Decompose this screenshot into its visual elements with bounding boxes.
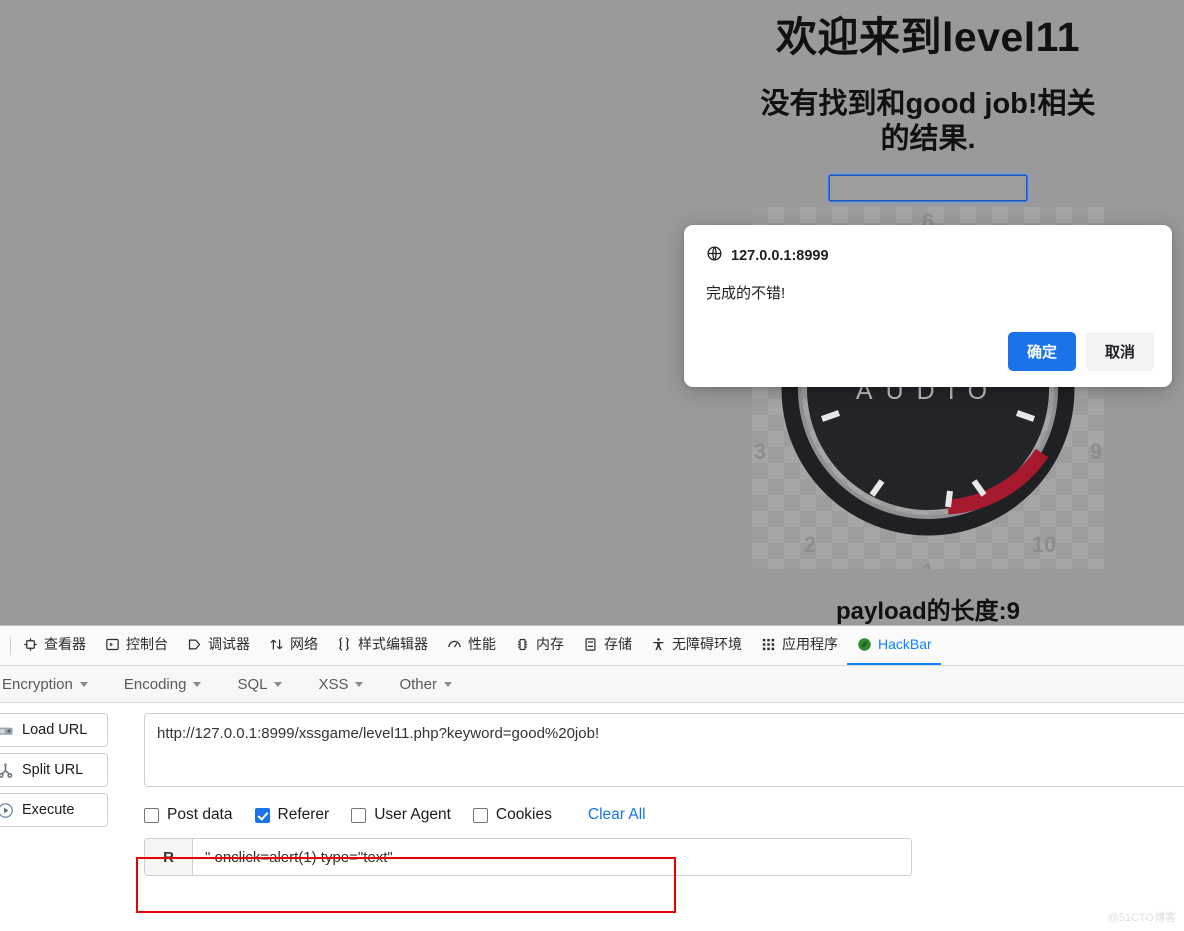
button-label: Load URL [22,722,88,738]
dialog-actions: 确定 取消 [1007,332,1154,371]
menu-encoding[interactable]: Encoding [106,676,220,693]
button-label: Split URL [22,762,84,778]
menu-label: Encoding [123,675,187,693]
watermark: @51CTO博客 [1107,912,1176,924]
accessibility-icon [650,636,666,652]
tab-label: 性能 [468,636,496,652]
page-subtitle: 没有找到和good job!相关的结果. [760,88,1096,155]
url-input[interactable] [144,713,1184,787]
referer-row: R [144,838,912,876]
storage-icon [582,636,598,652]
menu-other[interactable]: Other [381,676,470,693]
split-url-button[interactable]: Split URL [0,753,108,787]
tab-label: 调试器 [208,636,250,652]
svg-text:3: 3 [754,439,766,464]
style-editor-icon [336,636,352,652]
tab-storage[interactable]: 存储 [573,626,641,665]
menu-sql[interactable]: SQL [219,676,300,693]
hackbar-options-row: Post data Referer User Agent Cookies Cle… [144,806,1184,824]
tab-label: 无障碍环境 [672,636,742,652]
tab-hackbar[interactable]: HackBar [847,626,941,665]
keyword-search-input[interactable] [826,171,1030,204]
menu-label: Encryption [2,675,73,693]
tab-label: 应用程序 [782,636,838,652]
execute-button[interactable]: Execute [0,793,108,827]
chevron-down-icon [443,681,452,687]
referer-prefix-label: R [145,839,193,875]
checkbox-box [254,807,270,823]
checkbox-label: Cookies [495,806,552,823]
checkbox-box [351,807,367,823]
svg-text:10: 10 [1032,532,1056,557]
checkbox-label: Referer [277,806,330,823]
tab-label: HackBar [878,636,932,652]
button-label: Execute [22,802,75,818]
clear-all-link[interactable]: Clear All [588,806,646,824]
cookies-checkbox[interactable]: Cookies [472,806,552,824]
referer-checkbox[interactable]: Referer [254,806,330,824]
hackbar-icon [856,636,872,652]
menu-xss[interactable]: XSS [300,676,381,693]
hackbar-action-buttons: Load URL Split URL Execute [0,713,108,827]
svg-text:9: 9 [1090,439,1102,464]
payload-length-text: payload的长度:9 [835,597,1021,625]
chevron-down-icon [355,681,364,687]
tab-label: 网络 [290,636,318,652]
globe-icon [706,245,723,266]
tab-application[interactable]: 应用程序 [751,626,847,665]
network-icon [268,636,284,652]
devtools-tabbar: 查看器 控制台 调试器 网络 样式编辑器 性能 内存 存储 无障碍环境 应用程序… [0,626,1184,666]
checkbox-label: Post data [167,806,233,823]
post-data-checkbox[interactable]: Post data [144,806,233,824]
hackbar-menubar: Encryption Encoding SQL XSS Other [0,666,1184,703]
tab-console[interactable]: 控制台 [95,626,177,665]
svg-text:1: 1 [922,559,934,569]
tab-memory[interactable]: 内存 [505,626,573,665]
dialog-cancel-button[interactable]: 取消 [1085,332,1154,371]
page-title: 欢迎来到level11 [775,14,1081,60]
tab-label: 内存 [536,636,564,652]
tab-label: 控制台 [126,636,168,652]
hackbar-form: Post data Referer User Agent Cookies Cle… [144,713,1184,876]
inspector-icon [22,636,38,652]
tab-accessibility[interactable]: 无障碍环境 [641,626,751,665]
menu-label: Other [399,675,437,693]
tab-network[interactable]: 网络 [259,626,327,665]
checkbox-box [472,807,488,823]
tab-divider [10,636,11,655]
chevron-down-icon [274,681,283,687]
memory-icon [514,636,530,652]
load-url-icon [0,722,14,739]
debugger-icon [186,636,202,652]
dialog-message: 完成的不错! [706,285,786,302]
tab-inspector[interactable]: 查看器 [13,626,95,665]
tab-style-editor[interactable]: 样式编辑器 [327,626,437,665]
referer-input[interactable] [193,839,911,875]
tab-performance[interactable]: 性能 [437,626,505,665]
console-icon [104,636,120,652]
performance-icon [446,636,462,652]
svg-text:2: 2 [804,532,816,557]
checkbox-label: User Agent [374,806,451,823]
tab-label: 查看器 [44,636,86,652]
tab-label: 存储 [604,636,632,652]
tab-debugger[interactable]: 调试器 [177,626,259,665]
split-url-icon [0,762,14,779]
devtools-panel: 查看器 控制台 调试器 网络 样式编辑器 性能 内存 存储 无障碍环境 应用程序… [0,625,1184,931]
checkbox-box [144,807,159,823]
chevron-down-icon [193,681,202,687]
user-agent-checkbox[interactable]: User Agent [351,806,451,824]
dialog-origin-row: 127.0.0.1:8999 [684,225,1172,266]
dialog-confirm-button[interactable]: 确定 [1007,332,1076,371]
execute-icon [0,802,14,819]
menu-label: XSS [318,675,349,693]
chevron-down-icon [79,681,88,687]
menu-encryption[interactable]: Encryption [0,676,106,693]
menu-label: SQL [237,675,268,693]
javascript-alert-dialog: 127.0.0.1:8999 完成的不错! 确定 取消 [684,225,1172,387]
dialog-origin-text: 127.0.0.1:8999 [731,247,829,264]
application-icon [760,636,776,652]
tab-label: 样式编辑器 [358,636,428,652]
load-url-button[interactable]: Load URL [0,713,108,747]
